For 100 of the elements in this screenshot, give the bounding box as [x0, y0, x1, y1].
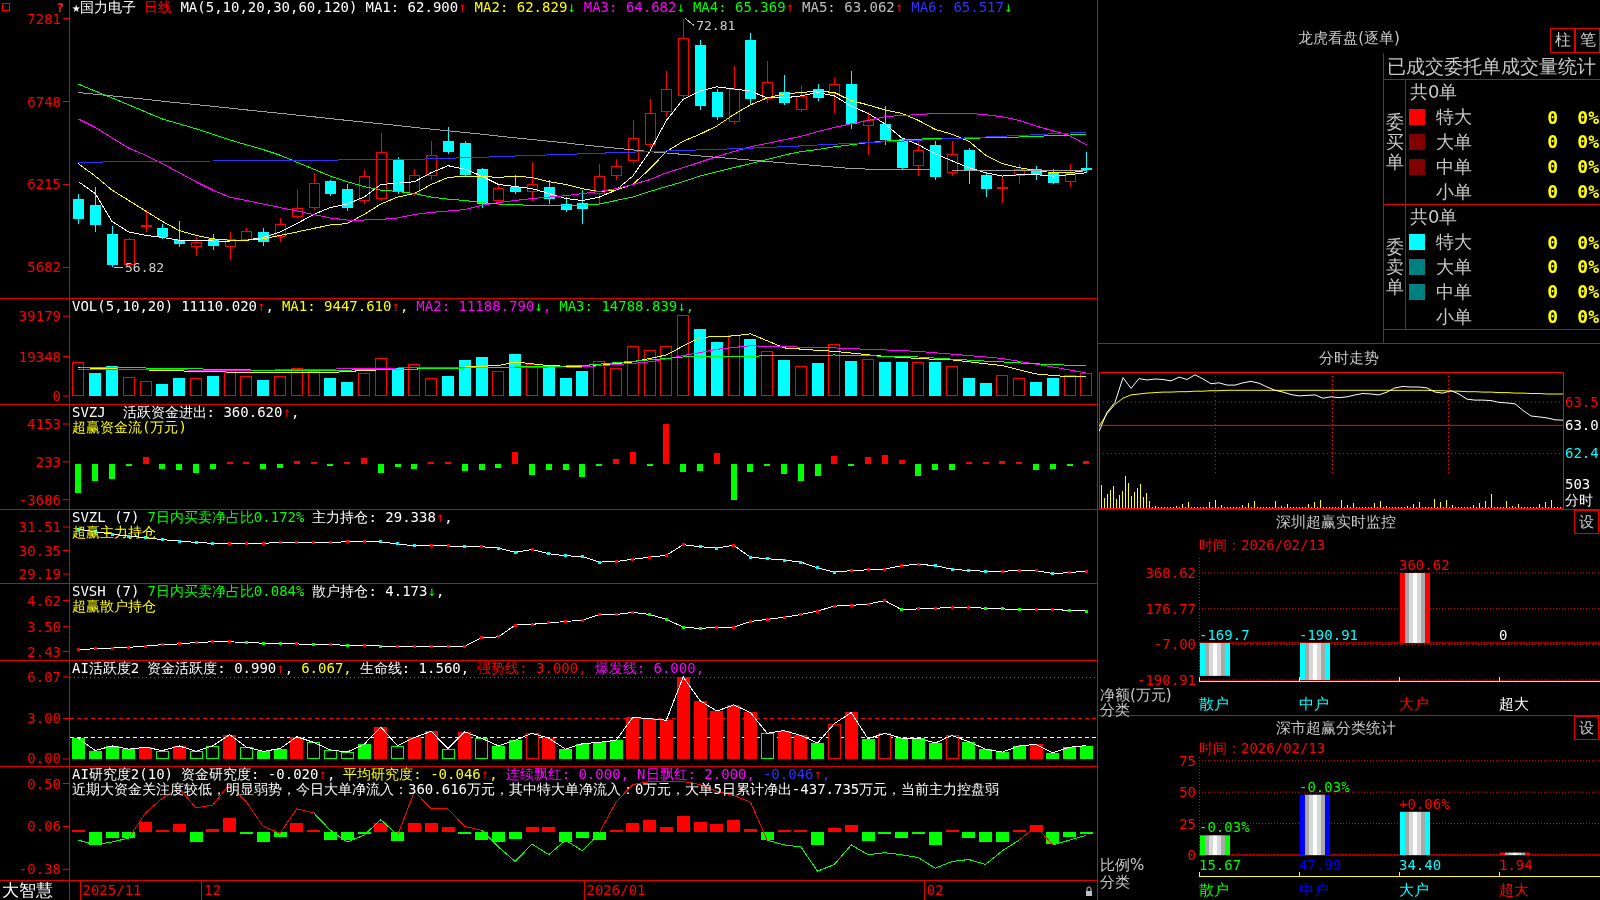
category-label: 大户	[1399, 695, 1429, 713]
candle	[947, 140, 958, 177]
chart-bar	[424, 822, 438, 833]
chart-bar	[895, 832, 909, 839]
chart-bar	[743, 829, 757, 833]
chart-bar	[562, 464, 569, 470]
legend-text: N日飘红: 2.000,	[637, 767, 755, 782]
chart-bar	[529, 464, 535, 475]
axis-label: 0.00	[27, 750, 61, 766]
chart-bar	[610, 367, 622, 396]
candle	[645, 99, 656, 149]
legend-text: 连续飘红: 0.000,	[505, 767, 630, 782]
candle	[342, 184, 353, 212]
candle	[1081, 151, 1092, 174]
chart-bar	[676, 815, 690, 833]
axis-label: 6748	[27, 93, 61, 110]
chart-bar	[323, 832, 337, 841]
axis-label: 4.62	[27, 592, 61, 609]
settings-button[interactable]: 设	[1574, 716, 1599, 740]
chart-bar	[323, 749, 337, 759]
chart-bar	[155, 750, 169, 759]
chart-bar	[307, 742, 321, 759]
view-button[interactable]: 笔	[1575, 28, 1600, 53]
category-label: 中户	[1299, 881, 1329, 899]
chart-bar	[861, 738, 875, 759]
chart-bar	[475, 357, 488, 396]
chart-bar	[155, 830, 169, 833]
value-label: 0	[1499, 626, 1508, 643]
chart-bar	[542, 738, 556, 759]
chart-bar	[542, 367, 555, 396]
chart-bar	[827, 828, 841, 833]
chart-bar	[1049, 464, 1056, 469]
chart-bar	[643, 819, 657, 833]
chart-bar	[391, 745, 405, 759]
chart-bar	[697, 464, 703, 471]
chart-bar	[1300, 794, 1330, 855]
chart-bar	[559, 749, 573, 759]
chart-bar	[1080, 373, 1093, 396]
value-label: 34.40	[1399, 857, 1442, 873]
candle	[1031, 165, 1042, 181]
chart-bar	[475, 738, 489, 759]
chart-bar	[139, 747, 153, 759]
legend-text: 平均研究度: -0.046↑,	[343, 767, 498, 782]
axis-label: 19348	[18, 348, 61, 365]
order-total: 共0单	[1410, 80, 1458, 105]
candle	[225, 231, 236, 261]
chart-bar	[189, 832, 203, 842]
chart-bar	[193, 464, 199, 473]
chart-bar	[626, 345, 639, 396]
axis-label: 233	[35, 453, 61, 470]
chart-bar	[1063, 374, 1076, 396]
candle	[426, 140, 437, 181]
chart-bar	[995, 752, 1009, 759]
candle	[409, 168, 420, 197]
axis-label: 3.00	[27, 710, 61, 727]
chart-bar	[848, 464, 855, 467]
axis-label: -0.38	[18, 861, 61, 878]
chart-bar	[307, 830, 321, 833]
chart-bar	[811, 743, 825, 759]
chart-bar	[374, 727, 388, 759]
chart-bar	[508, 832, 522, 840]
value-label: -169.7	[1199, 626, 1250, 643]
chart-bar	[878, 832, 892, 835]
chart-bar	[962, 832, 976, 839]
chart-bar	[778, 359, 790, 396]
square-icon	[2, 3, 10, 11]
chart-bar	[593, 360, 606, 396]
candle	[443, 126, 454, 155]
chart-bar	[277, 464, 283, 468]
chart-bar	[1400, 573, 1430, 643]
axis-label: 3.50	[27, 618, 61, 635]
chart-bar	[761, 351, 774, 396]
chart-bar	[105, 745, 119, 759]
order-size-label: 中单	[1436, 154, 1472, 179]
chart-bar	[781, 464, 787, 474]
legend-text: 资金活跃度: 0.990↑,	[147, 661, 294, 676]
chart-bar	[257, 379, 270, 396]
candle	[729, 65, 740, 125]
chart-bar	[744, 338, 757, 396]
chart-bar	[659, 827, 673, 833]
view-button[interactable]: 柱	[1550, 28, 1575, 53]
settings-button[interactable]: 设	[1574, 510, 1599, 534]
legend-text: AI研究度2(10)	[72, 767, 173, 782]
chart-bar	[1083, 460, 1090, 465]
candle	[661, 70, 672, 118]
chart-bar	[545, 464, 552, 470]
chart-bar	[256, 751, 270, 759]
chart-bar	[139, 381, 152, 396]
axis-label: 0.50	[27, 775, 61, 792]
chart-bar	[525, 733, 539, 759]
axis-label: 0.06	[27, 818, 61, 835]
chart-bar	[727, 704, 741, 759]
candle	[880, 105, 891, 146]
chart-bar	[945, 735, 959, 759]
chart-bar	[223, 369, 236, 396]
annotation: 72.81	[696, 18, 736, 34]
chart-bar	[559, 377, 572, 396]
chart-bar	[626, 717, 640, 759]
legend-text: 强势线: 3.000,	[477, 661, 587, 676]
chart-bar	[1012, 830, 1026, 833]
